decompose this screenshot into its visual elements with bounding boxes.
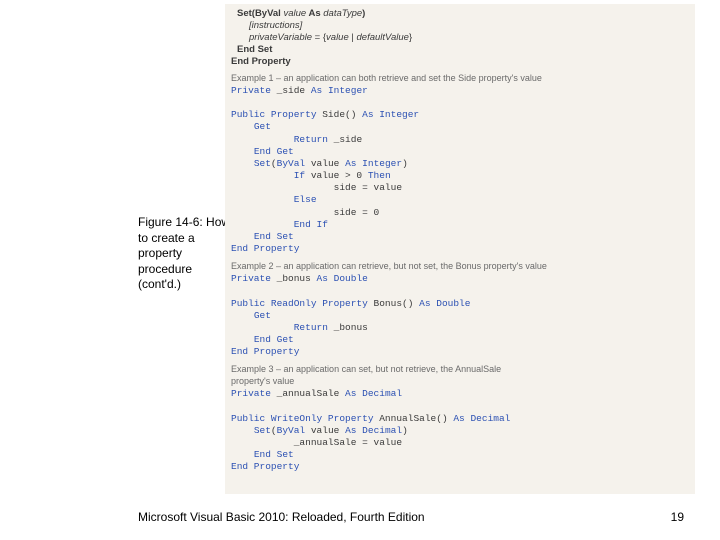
example3-heading-a: Example 3 – an application can set, but … xyxy=(231,364,689,374)
syntax-datatype: dataType xyxy=(323,8,362,19)
syntax-close-brace: } xyxy=(409,32,412,43)
example2-heading: Example 2 – an application can retrieve,… xyxy=(231,261,689,271)
syntax-as-kw: As xyxy=(306,8,323,19)
example1-heading: Example 1 – an application can both retr… xyxy=(231,73,689,83)
example3-code: Private _annualSale As Decimal Public Wr… xyxy=(231,388,689,473)
code-panel: Set(ByVal value As dataType) [instructio… xyxy=(225,4,695,494)
syntax-end-property: End Property xyxy=(231,56,291,67)
syntax-default: defaultValue xyxy=(357,32,409,43)
figure-caption: Figure 14-6: How to create a property pr… xyxy=(138,215,238,293)
syntax-set-kw: Set(ByVal xyxy=(237,8,283,19)
syntax-close-paren: ) xyxy=(362,8,365,19)
example2-code: Private _bonus As Double Public ReadOnly… xyxy=(231,273,689,358)
example1-code: Private _side As Integer Public Property… xyxy=(231,85,689,255)
syntax-pipe: | xyxy=(349,32,357,43)
syntax-value-param: value xyxy=(283,8,306,19)
example3-heading-b: property's value xyxy=(231,376,689,386)
syntax-end-set: End Set xyxy=(237,44,272,55)
syntax-instructions: [instructions] xyxy=(249,20,302,31)
footer-citation: Microsoft Visual Basic 2010: Reloaded, F… xyxy=(138,510,425,524)
syntax-value: value xyxy=(326,32,349,43)
syntax-eq-open: = { xyxy=(312,32,326,43)
page-number: 19 xyxy=(671,510,684,524)
syntax-block: Set(ByVal value As dataType) [instructio… xyxy=(231,8,689,67)
syntax-private-var: privateVariable xyxy=(249,32,312,43)
